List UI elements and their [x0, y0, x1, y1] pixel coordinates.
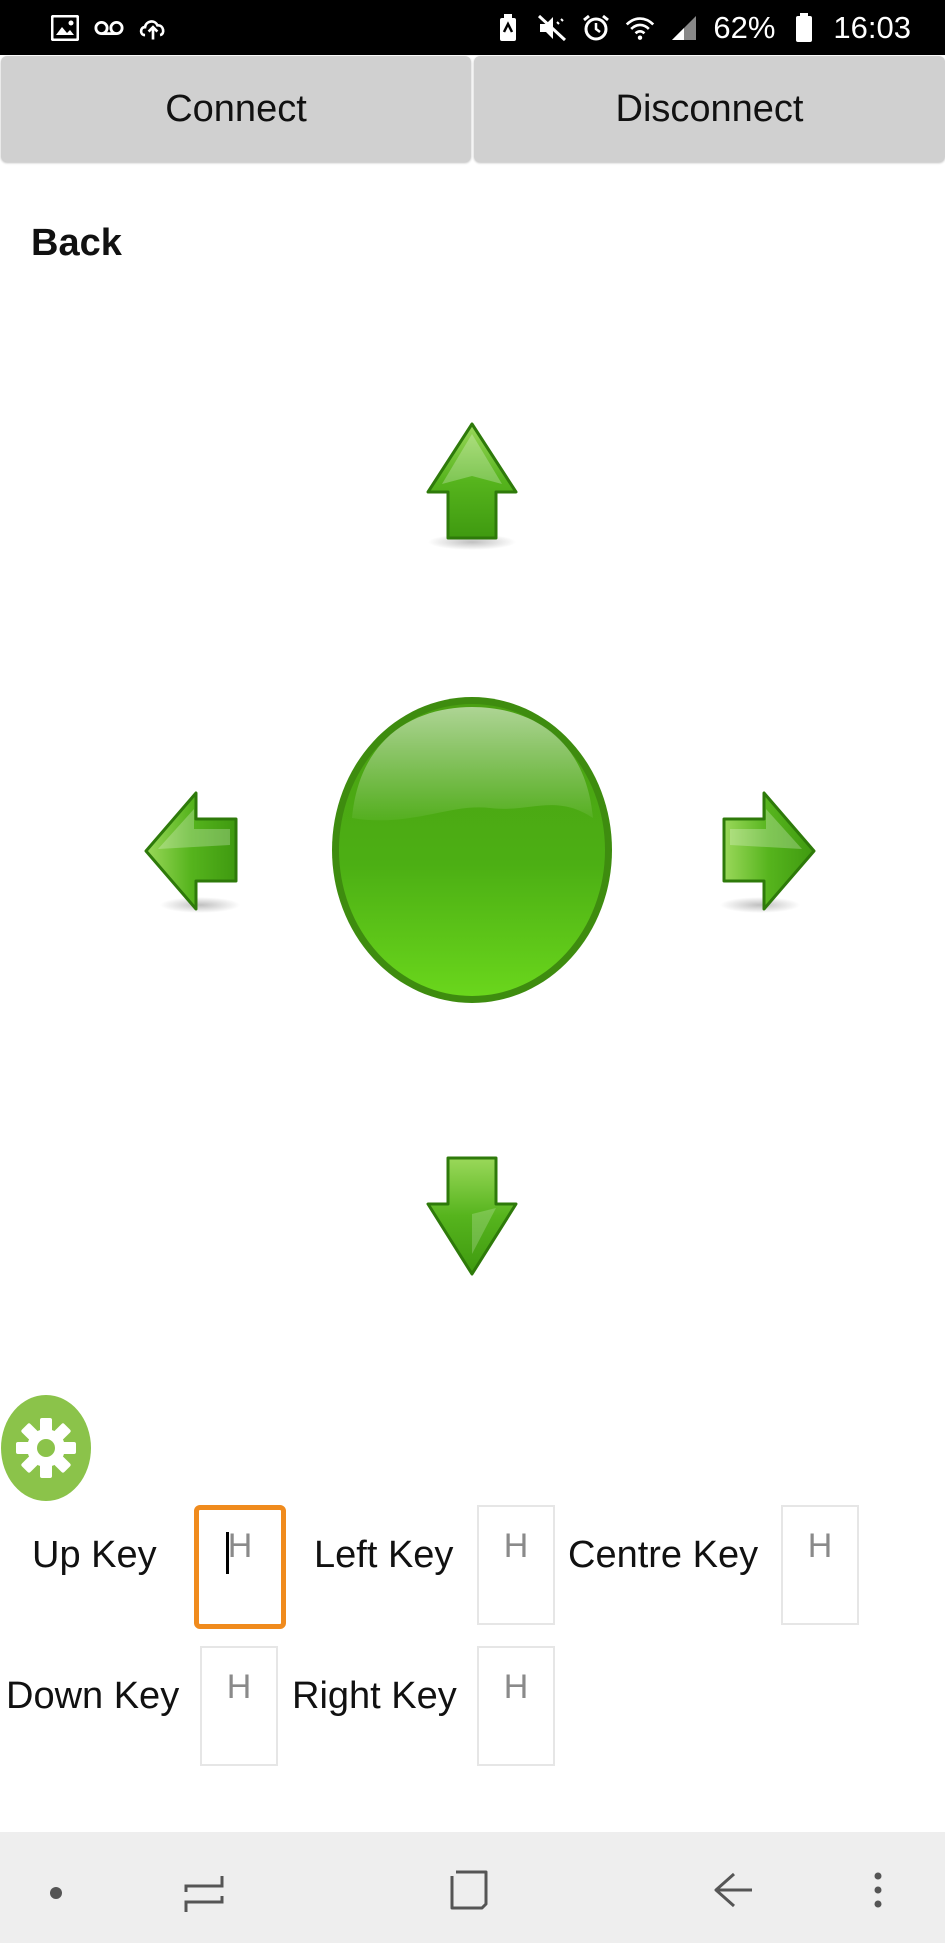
up-key-label: Up Key: [32, 1534, 157, 1576]
navigation-bar: [0, 1832, 945, 1943]
status-bar: 62% 16:03: [0, 0, 945, 55]
battery-percent: 62%: [713, 9, 776, 45]
right-key-placeholder: H: [503, 1668, 529, 1706]
arrow-right-icon[interactable]: [708, 785, 820, 917]
left-key-placeholder: H: [503, 1527, 529, 1565]
back-icon[interactable]: [712, 1870, 756, 1910]
more-icon[interactable]: [870, 1870, 886, 1910]
centre-button[interactable]: [330, 693, 615, 1008]
up-key-placeholder: H: [227, 1527, 253, 1565]
centre-key-field[interactable]: H: [781, 1505, 859, 1625]
left-key-label: Left Key: [314, 1534, 454, 1576]
right-key-label: Right Key: [292, 1675, 457, 1717]
centre-key-placeholder: H: [807, 1527, 833, 1565]
clock: 16:03: [833, 9, 911, 45]
alarm-icon: [581, 13, 611, 43]
recent-apps-icon[interactable]: [182, 1872, 226, 1916]
down-key-label: Down Key: [6, 1675, 180, 1717]
back-button[interactable]: Back: [31, 222, 122, 265]
battery-saver-icon: [493, 13, 523, 43]
arrow-up-icon[interactable]: [420, 420, 524, 554]
battery-icon: [789, 12, 819, 43]
right-key-field[interactable]: H: [477, 1646, 555, 1766]
connect-button[interactable]: Connect: [1, 56, 471, 162]
wifi-icon: [625, 13, 655, 43]
gear-icon[interactable]: [0, 1394, 92, 1502]
down-key-placeholder: H: [226, 1668, 252, 1706]
cloud-upload-icon: [138, 13, 168, 43]
home-icon[interactable]: [448, 1868, 490, 1912]
text-caret: [226, 1532, 229, 1574]
up-key-field[interactable]: H: [194, 1505, 286, 1629]
gallery-icon: [50, 13, 80, 43]
arrow-left-icon[interactable]: [140, 785, 252, 917]
down-key-field[interactable]: H: [200, 1646, 278, 1766]
disconnect-button[interactable]: Disconnect: [474, 56, 945, 162]
mute-icon: [537, 13, 567, 43]
voicemail-icon: [94, 13, 124, 43]
left-key-field[interactable]: H: [477, 1505, 555, 1625]
centre-key-label: Centre Key: [568, 1534, 759, 1576]
signal-icon: [669, 13, 699, 43]
arrow-down-icon[interactable]: [420, 1154, 524, 1278]
dot-icon[interactable]: [48, 1885, 64, 1901]
